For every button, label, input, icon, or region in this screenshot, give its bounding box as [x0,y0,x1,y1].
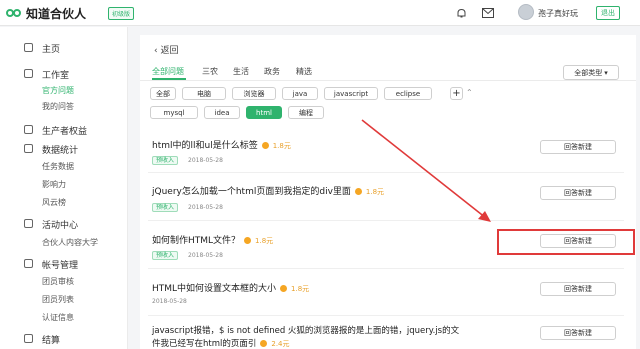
annotation-arrow [361,119,491,222]
